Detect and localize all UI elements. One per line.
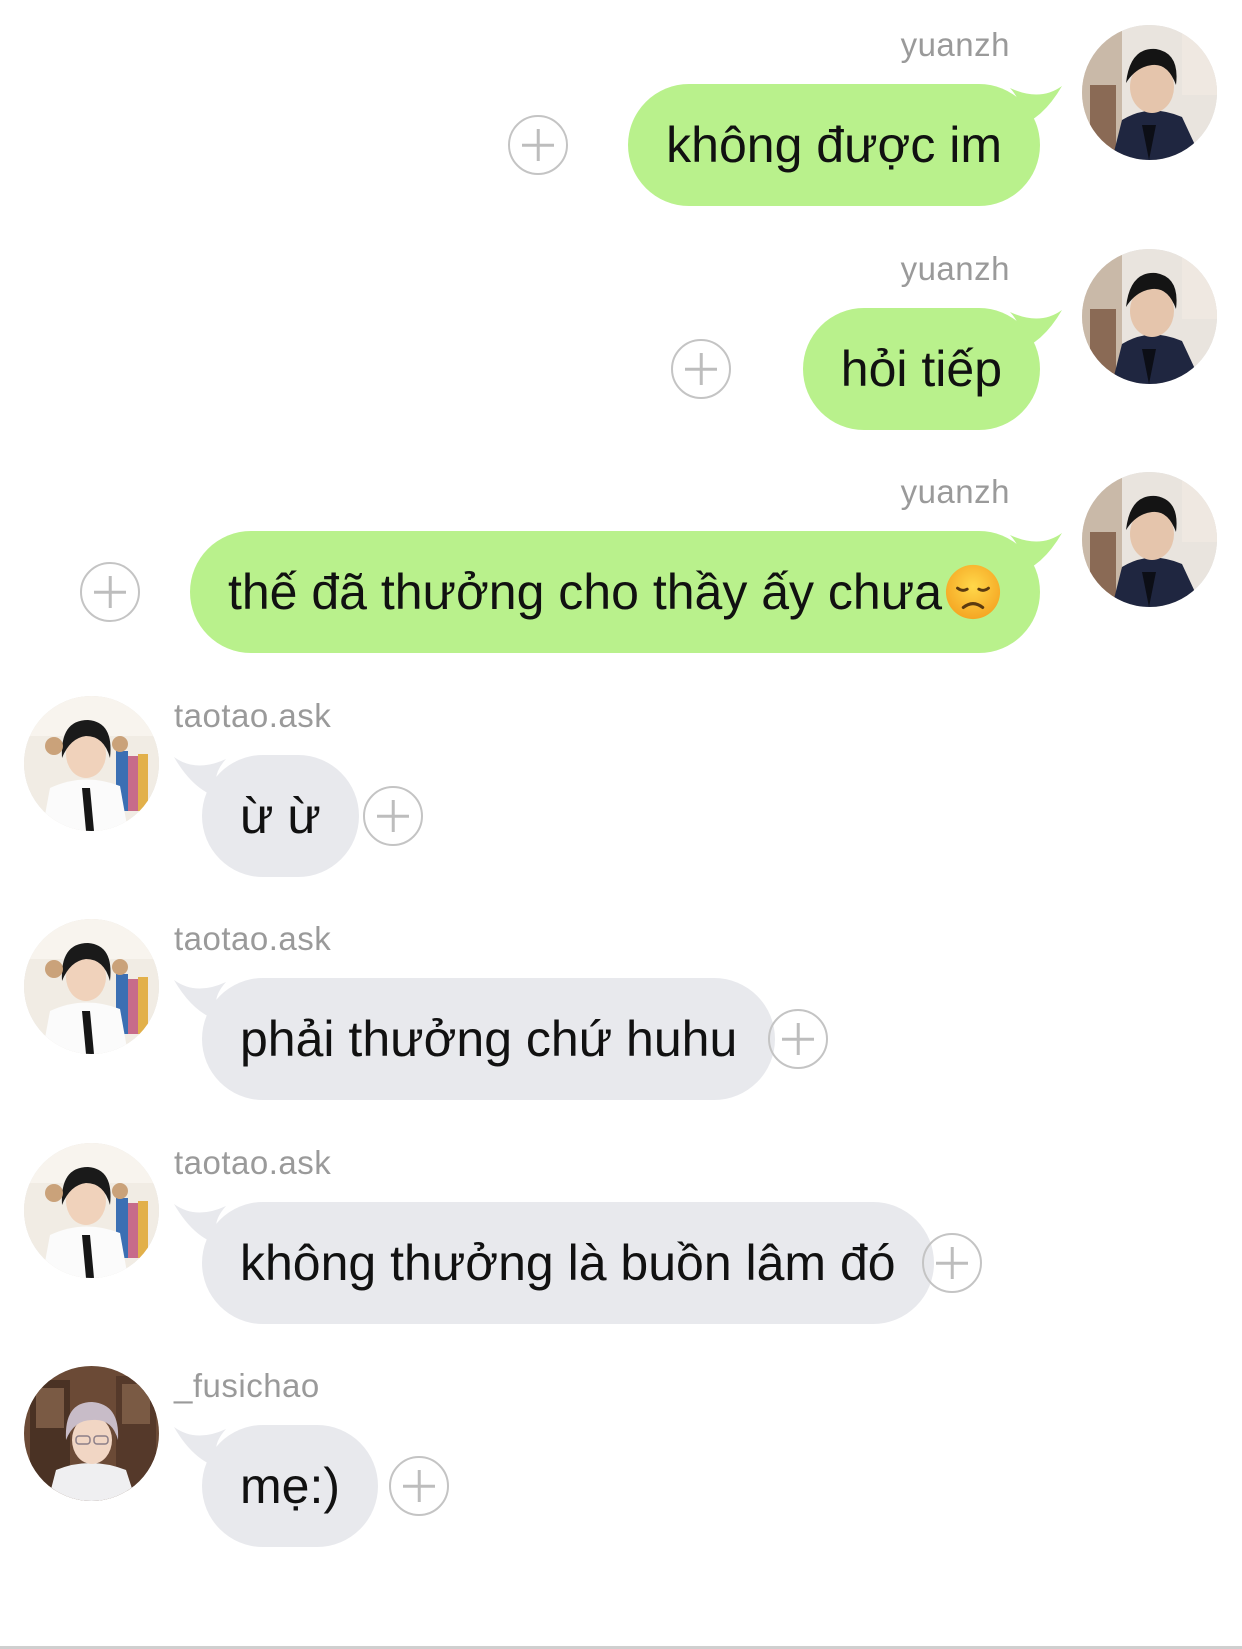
message-bubble[interactable]: không thưởng là buồn lâm đó xyxy=(202,1202,934,1324)
plus-circle-icon[interactable] xyxy=(768,1009,828,1069)
avatar[interactable] xyxy=(24,919,159,1054)
message-text: phải thưởng chứ huhu xyxy=(240,1011,738,1067)
message-row: yuanzh không được im xyxy=(0,0,1242,224)
plus-circle-icon[interactable] xyxy=(363,786,423,846)
avatar[interactable] xyxy=(24,696,159,831)
disappointed-face-icon xyxy=(945,564,1001,619)
message-bubble[interactable]: hỏi tiếp xyxy=(802,308,1040,430)
avatar-photo xyxy=(24,696,159,831)
plus-circle-icon[interactable] xyxy=(80,562,140,622)
message-bubble[interactable]: mẹ:) xyxy=(202,1425,378,1547)
sender-name: yuanzh xyxy=(900,250,1010,287)
sender-name: yuanzh xyxy=(900,26,1010,63)
avatar[interactable] xyxy=(24,1366,159,1501)
message-row: yuanzh thế đã thưởng cho thầy ấy chưa xyxy=(0,447,1242,671)
sender-name: yuanzh xyxy=(900,473,1010,510)
avatar[interactable] xyxy=(1082,472,1217,607)
plus-circle-icon[interactable] xyxy=(671,339,731,399)
chat-thread: yuanzh không được im yuanzh hỏi tiếp yua… xyxy=(0,0,1242,1649)
avatar-photo xyxy=(24,919,159,1054)
avatar-photo xyxy=(24,1143,159,1278)
sender-name: taotao.ask xyxy=(174,920,332,957)
message-bubble[interactable]: thế đã thưởng cho thầy ấy chưa xyxy=(189,531,1040,653)
message-row: yuanzh hỏi tiếp xyxy=(0,224,1242,448)
avatar[interactable] xyxy=(24,1143,159,1278)
message-text: ừ ừ xyxy=(240,788,321,844)
avatar-photo xyxy=(1082,25,1217,160)
message-text: không được im xyxy=(666,117,1002,173)
avatar[interactable] xyxy=(1082,25,1217,160)
message-bubble[interactable]: không được im xyxy=(628,84,1040,206)
plus-circle-icon[interactable] xyxy=(389,1456,449,1516)
avatar-photo xyxy=(1082,472,1217,607)
message-row: taotao.ask không thưởng là buồn lâm đó xyxy=(0,1118,1242,1342)
message-text: thế đã thưởng cho thầy ấy chưa xyxy=(227,564,942,620)
message-text: không thưởng là buồn lâm đó xyxy=(240,1235,896,1291)
message-text: mẹ:) xyxy=(240,1458,340,1514)
message-row: taotao.ask phải thưởng chứ huhu xyxy=(0,894,1242,1118)
sender-name: taotao.ask xyxy=(174,1144,332,1181)
plus-circle-icon[interactable] xyxy=(922,1233,982,1293)
message-bubble[interactable]: phải thưởng chứ huhu xyxy=(202,978,776,1100)
sender-name: _fusichao xyxy=(174,1367,320,1404)
message-text: hỏi tiếp xyxy=(840,341,1002,397)
plus-circle-icon[interactable] xyxy=(508,115,568,175)
avatar[interactable] xyxy=(1082,249,1217,384)
avatar-photo xyxy=(1082,249,1217,384)
message-row: _fusichao mẹ:) xyxy=(0,1341,1242,1565)
message-row: taotao.ask ừ ừ xyxy=(0,671,1242,895)
sender-name: taotao.ask xyxy=(174,697,332,734)
avatar-photo xyxy=(24,1366,159,1501)
message-bubble[interactable]: ừ ừ xyxy=(202,755,359,877)
